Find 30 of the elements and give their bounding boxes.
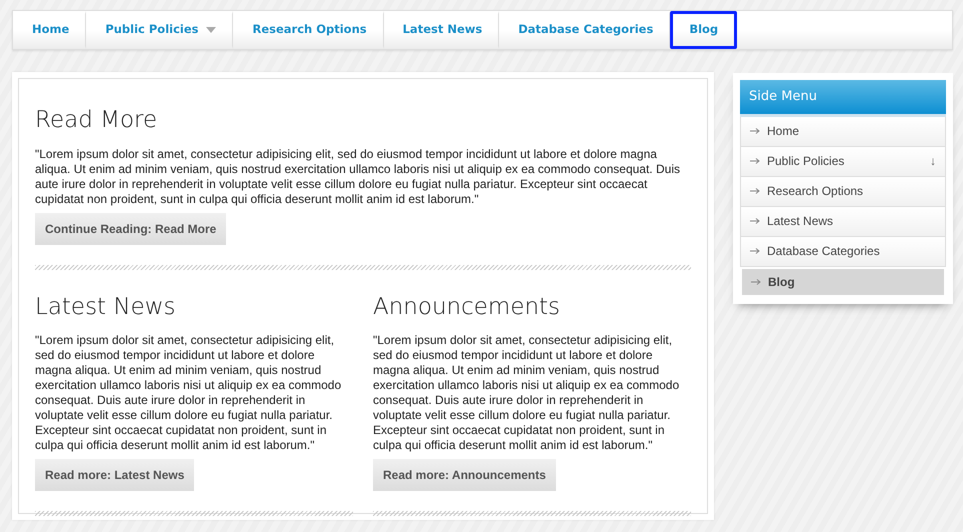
side-menu-item[interactable]: Latest News (740, 206, 946, 236)
arrow-icon (750, 248, 760, 254)
side-menu-item[interactable]: Research Options (740, 176, 946, 206)
nav-tab[interactable]: Research Options (233, 11, 384, 49)
paragraph: "Lorem ipsum dolor sit amet, consectetur adipisicing elit, sed do eiusmod tempor incididunt ut labore et dolore magna aliqua. Ut enim ad minim veniam, quis nostrud exercitation ullamco laboris nisi ut aliquip ex ea commodo consequat. Duis aute irure dolor in reprehenderit in voluptate velit esse cillum dolore eu fugiat nulla pariatur. Excepteur sint occaecat cupidatat non proident, sunt in culpa qui officia deserunt mollit anim id est laborum." (35, 333, 342, 454)
section-heading: Announcements (373, 294, 562, 322)
section-heading: Read More (35, 107, 158, 135)
arrow-icon (750, 188, 760, 194)
nav-tab[interactable]: Database Categories (499, 11, 670, 49)
nav-tab[interactable]: Blog (670, 11, 738, 49)
arrow-icon (751, 278, 761, 284)
paragraph: "Lorem ipsum dolor sit amet, consectetur adipisicing elit, sed do eiusmod tempor incididunt ut labore et dolore magna aliqua. Ut enim ad minim veniam, quis nostrud exercitation ullamco laboris nisi ut aliquip ex ea commodo consequat. Duis aute irure dolor in reprehenderit in voluptate velit esse cillum dolore eu fugiat nulla pariatur. Excepteur sint occaecat cupidatat non proident, sunt in culpa qui officia deserunt mollit anim id est laborum." (373, 333, 680, 454)
arrow-icon (750, 158, 760, 164)
arrow-icon (750, 218, 760, 224)
read-more-button[interactable]: Read more: Latest News (35, 459, 194, 492)
read-more-button[interactable]: Continue Reading: Read More (35, 212, 226, 245)
paragraph: "Lorem ipsum dolor sit amet, consectetur adipisicing elit, sed do eiusmod tempor incididunt ut labore et dolore magna aliqua. Ut enim ad minim veniam, quis nostrud exercitation ullamco laboris nisi ut aliquip ex ea commodo consequat. Duis aute irure dolor in reprehenderit in voluptate velit esse cillum dolore eu fugiat nulla pariatur. Excepteur sint occaecat cupidatat non proident, sunt in culpa qui officia deserunt mollit anim id est laborum." (35, 146, 681, 207)
nav-tab[interactable]: Latest News (384, 11, 500, 49)
down-arrow-icon: ↓ (930, 152, 936, 170)
arrow-icon (750, 128, 760, 134)
side-menu-item[interactable]: Blog (740, 266, 946, 296)
side-menu-item[interactable]: Public Policies ↓ (740, 146, 946, 176)
read-more-button[interactable]: Read more: Announcements (373, 459, 556, 492)
side-menu-title: Side Menu (740, 80, 946, 116)
side-menu-item[interactable]: Home (740, 116, 946, 146)
side-menu-item[interactable]: Database Categories (740, 236, 946, 266)
caret-icon (206, 27, 216, 33)
section-heading: Latest News (35, 294, 177, 322)
nav-tab[interactable]: Home (13, 11, 86, 49)
nav-tab[interactable]: Public Policies (86, 11, 234, 49)
